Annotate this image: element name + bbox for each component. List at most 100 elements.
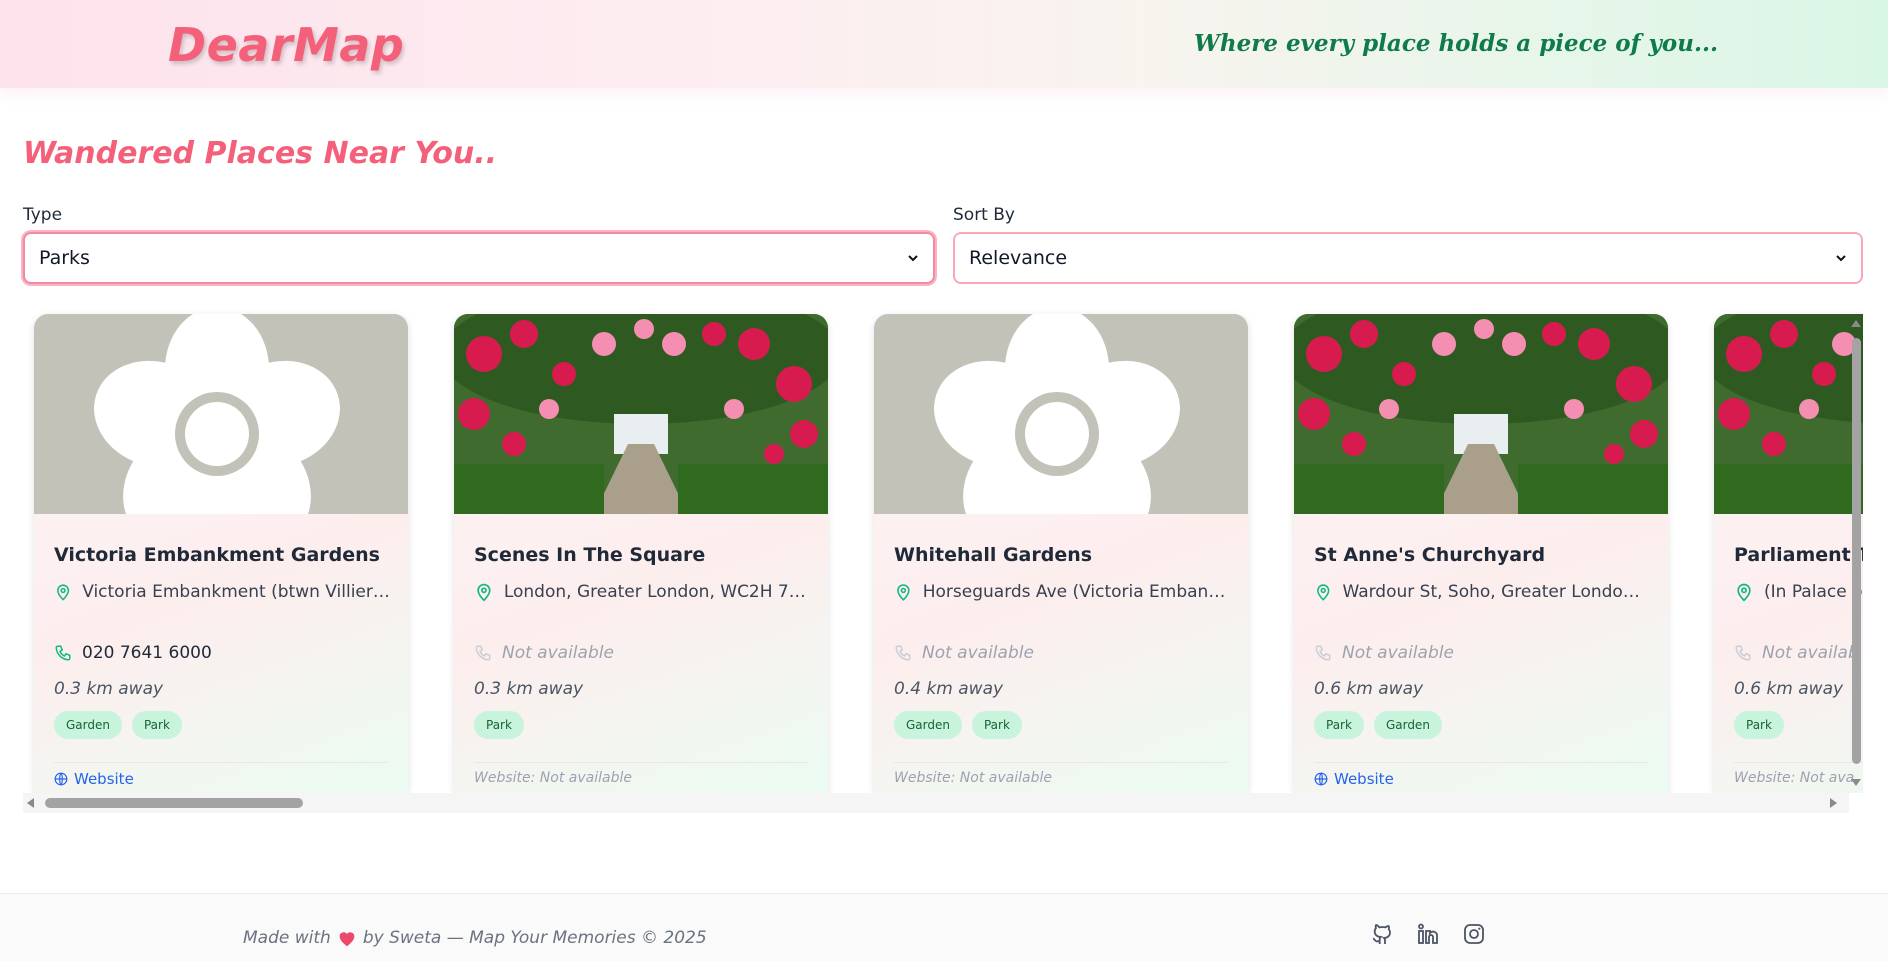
place-name: Whitehall Gardens [894, 544, 1093, 566]
map-pin-icon [57, 584, 70, 601]
chevron-down-icon [1836, 255, 1846, 262]
place-phone[interactable]: 020 7641 6000 [54, 643, 212, 663]
place-card[interactable]: Victoria Embankment Gardens Victoria Emb… [34, 314, 408, 793]
place-photo [1714, 314, 1863, 514]
place-name: Victoria Embankment Gardens [54, 544, 380, 566]
linkedin-icon[interactable] [1416, 922, 1440, 946]
place-name: Scenes In The Square [474, 544, 706, 566]
divider [474, 762, 808, 763]
divider [1734, 762, 1863, 763]
app-logo[interactable]: DearMap [168, 18, 404, 72]
phone-icon [1735, 645, 1751, 661]
garden-photo [1294, 314, 1668, 514]
map-pin-icon [1317, 584, 1330, 601]
phone-icon [895, 645, 911, 661]
flower-placeholder-icon [94, 314, 340, 514]
chevron-down-icon [908, 255, 918, 262]
phone-text: Not available [502, 643, 614, 663]
tag-list: Park Garden [1314, 711, 1442, 739]
type-label: Type [23, 205, 63, 225]
github-icon[interactable] [1370, 922, 1394, 946]
phone-text: 020 7641 6000 [82, 643, 212, 663]
divider [1314, 762, 1648, 763]
website-unavailable: Website: Not ava [1734, 770, 1855, 786]
tag-list: Garden Park [54, 711, 182, 739]
scroll-up-arrow[interactable] [1851, 320, 1861, 327]
map-pin-icon [477, 583, 491, 602]
tagline: Where every place holds a piece of you..… [1194, 30, 1718, 57]
phone-icon [475, 645, 491, 661]
tag: Garden [1373, 711, 1442, 739]
scroll-right-arrow[interactable] [1830, 798, 1837, 808]
address-text: Wardour St, Soho, Greater London, W... [1342, 582, 1650, 602]
garden-photo [1714, 314, 1863, 514]
place-photo [1294, 314, 1668, 514]
place-address: Horseguards Ave (Victoria Embankm... [894, 582, 1230, 602]
place-card[interactable]: Scenes In The Square London, Greater Lon… [454, 314, 828, 793]
vertical-scrollbar[interactable] [1849, 316, 1863, 792]
horizontal-scrollbar[interactable] [23, 793, 1849, 813]
vertical-scroll-thumb[interactable] [1852, 338, 1861, 764]
place-distance: 0.3 km away [54, 679, 164, 699]
map-pin-icon [897, 584, 910, 601]
places-carousel[interactable]: Victoria Embankment Gardens Victoria Emb… [23, 307, 1863, 793]
tag: Park [131, 711, 182, 739]
place-name: Parliament T [1734, 544, 1863, 566]
footer: Made with by Sweta — Map Your Memories ©… [0, 893, 1888, 961]
address-text: (In Palace o [1764, 582, 1863, 602]
globe-icon [1314, 772, 1328, 786]
divider [894, 762, 1228, 763]
instagram-icon[interactable] [1462, 922, 1486, 946]
heart-icon [339, 932, 355, 947]
footer-credit: Made with by Sweta — Map Your Memories ©… [243, 928, 707, 948]
type-select-value: Parks [39, 247, 90, 269]
sort-select-value: Relevance [969, 247, 1068, 269]
website-text: Website [1334, 770, 1394, 788]
address-text: London, Greater London, WC2H 7DE [503, 582, 810, 602]
tag-list: Park [474, 711, 524, 739]
flower-placeholder-icon [934, 314, 1180, 514]
divider [54, 762, 388, 763]
tag: Garden [894, 711, 962, 739]
website-unavailable: Website: Not available [474, 770, 632, 786]
sort-label: Sort By [953, 205, 1015, 225]
garden-photo [454, 314, 828, 514]
place-photo [454, 314, 828, 514]
place-distance: 0.4 km away [894, 679, 1004, 699]
scroll-left-arrow[interactable] [27, 798, 34, 808]
map-pin-icon [1737, 583, 1751, 602]
place-distance: 0.6 km away [1734, 679, 1844, 699]
phone-text: Not available [922, 643, 1034, 663]
website-text: Website [74, 770, 134, 788]
place-card[interactable]: Whitehall Gardens Horseguards Ave (Victo… [874, 314, 1248, 793]
footer-by-text: by Sweta — Map Your Memories © 2025 [362, 928, 707, 948]
place-card[interactable]: St Anne's Churchyard Wardour St, Soho, G… [1294, 314, 1668, 793]
section-title: Wandered Places Near You.. [23, 136, 498, 171]
place-phone: Not available [474, 643, 614, 663]
tag-list: Garden Park [894, 711, 1022, 739]
website-link[interactable]: Website [1314, 770, 1394, 788]
place-card[interactable]: Parliament T (In Palace o Not availab 0.… [1714, 314, 1863, 793]
website-unavailable: Website: Not available [894, 770, 1052, 786]
tag: Park [474, 711, 524, 739]
tag: Park [971, 711, 1022, 739]
type-select[interactable]: Parks [23, 232, 935, 284]
tag: Park [1734, 711, 1784, 739]
website-link[interactable]: Website [54, 770, 134, 788]
horizontal-scroll-thumb[interactable] [45, 798, 303, 808]
sort-select[interactable]: Relevance [953, 232, 1863, 284]
tag: Park [1314, 711, 1364, 739]
social-links [1370, 922, 1486, 946]
place-address: London, Greater London, WC2H 7DE [474, 582, 810, 602]
place-phone: Not available [894, 643, 1034, 663]
globe-icon [54, 772, 68, 786]
address-text: Victoria Embankment (btwn Villiers St... [82, 582, 390, 602]
app-header: DearMap Where every place holds a piece … [0, 0, 1888, 88]
phone-text: Not availab [1762, 643, 1859, 663]
phone-icon [55, 645, 71, 661]
place-address: (In Palace o [1734, 582, 1863, 602]
phone-text: Not available [1342, 643, 1454, 663]
placeholder-image [34, 314, 408, 514]
placeholder-image [874, 314, 1248, 514]
scroll-down-arrow[interactable] [1851, 779, 1861, 786]
